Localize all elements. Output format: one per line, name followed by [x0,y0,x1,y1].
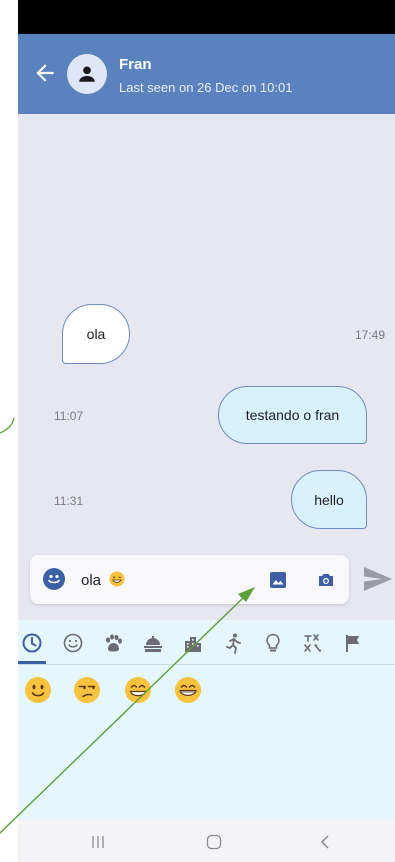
image-icon [270,572,286,588]
avatar[interactable] [67,54,107,94]
animals-icon[interactable] [102,632,124,654]
annotation-curve [0,417,15,434]
recent-apps-icon[interactable] [90,834,106,850]
system-back-icon[interactable] [318,834,332,850]
message-text: ola [86,326,106,342]
slightly-smiling-face-icon[interactable] [24,676,52,704]
emoji-category-tabs [18,620,395,665]
message-bubble-outgoing[interactable]: hello [291,470,367,529]
unamused-face-icon[interactable] [73,676,101,704]
grinning-face-with-smiling-eyes-icon[interactable] [124,676,152,704]
attach-image-button[interactable] [269,571,287,594]
last-seen-status: Last seen on 26 Dec on 10:01 [119,80,293,95]
grinning-face-icon[interactable] [174,676,202,704]
emoji-icon [48,574,60,584]
message-time: 11:07 [54,409,84,423]
camera-button[interactable] [317,571,335,594]
message-input-text: ola [81,572,102,589]
message-composer[interactable]: ola [30,555,349,604]
phone-screen: Fran Last seen on 26 Dec on 10:01 ola 17… [18,0,395,862]
recent-icon[interactable] [21,632,43,654]
emoji-picker [18,620,395,820]
selected-category-indicator [18,661,46,664]
activities-icon[interactable] [222,632,244,654]
back-arrow-icon[interactable] [32,60,58,86]
send-icon[interactable] [362,565,394,593]
system-navigation-bar [18,820,395,862]
message-bubble-outgoing[interactable]: testando o fran [218,386,367,444]
message-bubble-incoming[interactable]: ola [62,304,130,364]
grinning-face-icon [109,571,125,587]
food-icon[interactable] [142,632,164,654]
travel-icon[interactable] [182,632,204,654]
contact-name[interactable]: Fran [119,56,152,73]
flags-icon[interactable] [342,632,364,654]
camera-icon [319,574,333,586]
symbols-icon[interactable] [302,632,324,654]
message-time: 11:31 [54,494,84,508]
status-bar [18,0,395,34]
message-text: hello [314,491,344,508]
person-icon [79,66,95,82]
message-time: 17:49 [355,328,386,342]
smileys-icon[interactable] [62,632,84,654]
message-list[interactable]: ola 17:49 testando o fran 11:07 hello 11… [18,114,395,620]
emoji-toggle-button[interactable] [43,568,65,590]
chat-header: Fran Last seen on 26 Dec on 10:01 [18,34,395,114]
message-text: testando o fran [245,407,340,423]
objects-icon[interactable] [262,632,284,654]
message-input[interactable]: ola [81,571,125,589]
home-icon[interactable] [205,833,223,851]
